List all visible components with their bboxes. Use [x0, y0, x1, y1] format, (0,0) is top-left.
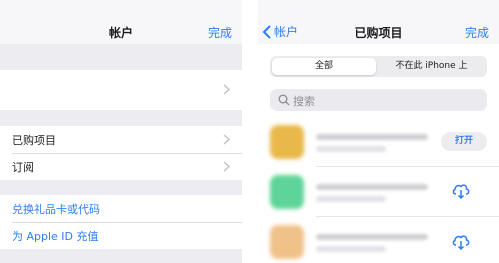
section-gap — [0, 180, 242, 195]
page-title: 已购项目 — [354, 26, 403, 40]
chevron-right-icon — [223, 84, 230, 95]
app-row[interactable]: 打开 — [258, 120, 499, 164]
redeem-gift-card-cell[interactable]: 兑换礼品卡或代码 — [0, 195, 242, 222]
nav-bar: 帐户 完成 — [0, 0, 242, 44]
nav-bar: 帐户 已购项目 完成 — [258, 0, 499, 44]
app-icon — [270, 175, 304, 209]
redeem-group: 兑换礼品卡或代码 为 Apple ID 充值 — [0, 195, 242, 249]
chevron-right-icon — [223, 161, 230, 172]
app-name-blurred — [316, 184, 428, 190]
done-button[interactable]: 完成 — [465, 24, 489, 41]
segment-not-on-iphone[interactable]: 不在此 iPhone 上 — [378, 58, 485, 75]
add-funds-cell[interactable]: 为 Apple ID 充值 — [0, 222, 242, 249]
cloud-download-icon[interactable] — [451, 182, 471, 200]
add-funds-link[interactable]: 为 Apple ID 充值 — [12, 228, 99, 244]
chevron-right-icon — [223, 134, 230, 145]
done-button[interactable]: 完成 — [208, 24, 232, 41]
purchased-label: 已购项目 — [12, 134, 56, 147]
segmented-control: 全部 不在此 iPhone 上 — [270, 56, 487, 77]
page-title: 帐户 — [108, 26, 133, 40]
segment-all[interactable]: 全部 — [272, 58, 376, 75]
account-screen: 帐户 完成 已购项目 订阅 兑换礼品卡或代码 为 Apple ID 充值 — [0, 0, 242, 263]
app-row[interactable] — [258, 170, 499, 214]
app-name-blurred — [316, 134, 428, 140]
subscriptions-cell[interactable]: 订阅 — [0, 153, 242, 180]
subscriptions-label: 订阅 — [12, 161, 34, 174]
search-field[interactable]: 搜索 — [270, 89, 487, 111]
section-gap — [0, 249, 242, 263]
search-placeholder: 搜索 — [293, 95, 315, 108]
app-subtitle-blurred — [316, 146, 386, 152]
purchases-group: 已购项目 订阅 — [0, 126, 242, 180]
divider — [316, 216, 499, 217]
account-profile-cell[interactable] — [0, 70, 242, 110]
app-icon — [270, 125, 304, 159]
purchased-screen: 帐户 已购项目 完成 全部 不在此 iPhone 上 搜索 打开 — [258, 0, 499, 263]
section-gap — [0, 110, 242, 126]
open-button[interactable]: 打开 — [441, 132, 487, 151]
divider — [316, 166, 499, 167]
search-icon — [278, 94, 290, 106]
app-icon — [270, 225, 304, 259]
cloud-download-icon[interactable] — [451, 233, 471, 251]
section-gap — [0, 44, 242, 70]
purchased-cell[interactable]: 已购项目 — [0, 126, 242, 153]
redeem-gift-card-link[interactable]: 兑换礼品卡或代码 — [12, 201, 100, 217]
app-name-blurred — [316, 234, 428, 240]
app-subtitle-blurred — [316, 196, 386, 202]
app-subtitle-blurred — [316, 246, 386, 252]
app-row[interactable] — [258, 222, 499, 263]
